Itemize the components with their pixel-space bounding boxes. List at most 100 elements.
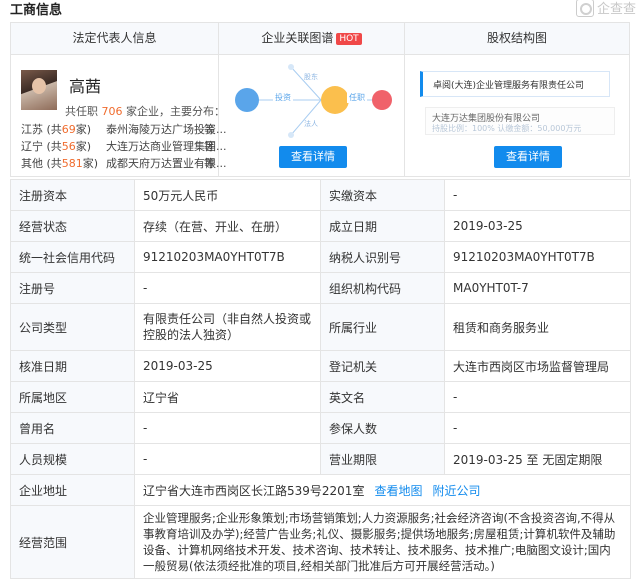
relation-graph-title: 企业关联图谱 [261, 31, 334, 45]
scope-value: 企业管理服务;企业形象策划;市场营销策划;人力资源服务;社会经济咨询(不含投资咨… [143, 511, 616, 573]
field-value: 辽宁省 [134, 381, 321, 413]
field-value: - [444, 179, 631, 211]
field-label: 英文名 [320, 381, 445, 413]
relation-graph-detail-button[interactable]: 查看详情 [279, 146, 347, 168]
table-row: 核准日期 2019-03-25 登记机关 大连市西岗区市场监督管理局 [10, 350, 631, 382]
field-label: 组织机构代码 [320, 272, 445, 304]
field-value: 租赁和商务服务业 [444, 303, 631, 351]
graph-edge-bottom [290, 99, 322, 136]
field-label: 登记机关 [320, 350, 445, 382]
legal-rep-name[interactable]: 高茜 [69, 73, 101, 97]
address-row: 企业地址 辽宁省大连市西岗区长江路539号2201室 查看地图 附近公司 [10, 474, 631, 506]
field-value: - [134, 272, 321, 304]
table-row: 经营状态 存续（在营、开业、在册） 成立日期 2019-03-25 [10, 210, 631, 242]
relation-graph-preview[interactable]: 投资 任职 股东 法人 [229, 63, 395, 141]
logo-text: 企查查 [596, 2, 636, 17]
field-label: 注册资本 [10, 179, 135, 211]
field-label: 注册号 [10, 272, 135, 304]
graph-label-top: 股东 [304, 72, 318, 81]
qichacha-logo: 企查查 [575, 0, 636, 17]
nearby-companies-link[interactable]: 附近公司 [432, 484, 480, 498]
address-label: 企业地址 [10, 474, 135, 506]
address-cell: 辽宁省大连市西岗区长江路539号2201室 查看地图 附近公司 [134, 474, 631, 506]
summary-pre: 共任职 [65, 105, 98, 118]
field-value: 2019-03-25 [444, 210, 631, 242]
graph-node-bottom [288, 132, 294, 138]
graph-label-bottom: 法人 [304, 119, 318, 128]
field-value: 2019-03-25 至 无固定期限 [444, 443, 631, 475]
province-label: 辽宁 (共56家) [21, 140, 92, 153]
field-label: 统一社会信用代码 [10, 241, 135, 273]
address-value: 辽宁省大连市西岗区长江路539号2201室 [143, 483, 365, 498]
graph-node-right [372, 90, 392, 110]
field-label: 曾用名 [10, 412, 135, 444]
scope-cell: 企业管理服务;企业形象策划;市场营销策划;人力资源服务;社会经济咨询(不含投资咨… [134, 505, 631, 579]
field-value: - [134, 412, 321, 444]
field-label: 参保人数 [320, 412, 445, 444]
field-label: 人员规模 [10, 443, 135, 475]
business-info-table: 注册资本 50万元人民币 实缴资本 - 经营状态 存续（在营、开业、在册） 成立… [10, 179, 631, 579]
relation-graph-card: 企业关联图谱 HOT 投资 任职 股东 法人 查看详情 [219, 23, 405, 176]
scope-label: 经营范围 [10, 505, 135, 579]
table-row: 曾用名 - 参保人数 - [10, 412, 631, 444]
summary-post: 家企业，主要分布： [126, 105, 225, 118]
field-label: 核准日期 [10, 350, 135, 382]
title-bar: 工商信息 企查查 [0, 0, 640, 22]
field-label: 营业期限 [320, 443, 445, 475]
scope-row: 经营范围 企业管理服务;企业形象策划;市场营销策划;人力资源服务;社会经济咨询(… [10, 505, 631, 579]
field-label: 公司类型 [10, 303, 135, 351]
province-label: 其他 (共581家) [21, 157, 99, 170]
legal-rep-heading: 法定代表人信息 [11, 23, 218, 55]
hot-badge: HOT [336, 33, 362, 45]
province-etc[interactable]: 等 [204, 155, 215, 171]
field-value: 有限责任公司（非自然人投资或控股的法人独资） [134, 303, 321, 351]
field-label: 纳税人识别号 [320, 241, 445, 273]
graph-label-invest: 投资 [275, 92, 291, 102]
equity-holder-node[interactable]: 大连万达集团股份有限公司 持股比例：100% 认缴金额：50,000万元 [425, 107, 615, 135]
field-label: 所属行业 [320, 303, 445, 351]
legal-rep-card: 法定代表人信息 高茜 共任职 706 家企业，主要分布： 江苏 (共69家) 泰… [11, 23, 227, 176]
relation-graph-heading: 企业关联图谱 HOT [219, 23, 404, 55]
equity-holder-detail: 持股比例：100% 认缴金额：50,000万元 [432, 124, 582, 133]
summary-panel: 法定代表人信息 高茜 共任职 706 家企业，主要分布： 江苏 (共69家) 泰… [10, 22, 630, 177]
view-map-link[interactable]: 查看地图 [374, 484, 422, 498]
equity-structure-heading: 股权结构图 [405, 23, 629, 55]
graph-node-top [288, 64, 294, 70]
table-row: 公司类型 有限责任公司（非自然人投资或控股的法人独资） 所属行业 租赁和商务服务… [10, 303, 631, 351]
field-value: 大连市西岗区市场监督管理局 [444, 350, 631, 382]
field-value: 50万元人民币 [134, 179, 321, 211]
province-label: 江苏 (共69家) [21, 123, 92, 136]
equity-detail-button[interactable]: 查看详情 [494, 146, 562, 168]
field-value: MA0YHT0T-7 [444, 272, 631, 304]
table-row: 注册号 - 组织机构代码 MA0YHT0T-7 [10, 272, 631, 304]
field-value: - [134, 443, 321, 475]
graph-edge-top [290, 66, 322, 101]
field-value: - [444, 381, 631, 413]
graph-label-serve: 任职 [349, 92, 365, 102]
field-value: - [444, 412, 631, 444]
table-row: 统一社会信用代码 91210203MA0YHT0T7B 纳税人识别号 91210… [10, 241, 631, 273]
avatar[interactable] [21, 70, 57, 110]
equity-company-node[interactable]: 卓阅(大连)企业管理服务有限责任公司 [420, 71, 610, 97]
field-label: 所属地区 [10, 381, 135, 413]
province-etc[interactable]: 等 [204, 138, 215, 154]
field-label: 经营状态 [10, 210, 135, 242]
equity-company-name: 卓阅(大连)企业管理服务有限责任公司 [433, 81, 585, 91]
legal-rep-summary: 共任职 706 家企业，主要分布： [65, 103, 225, 119]
summary-count[interactable]: 706 [102, 105, 123, 118]
page-title: 工商信息 [10, 3, 63, 18]
logo-icon [575, 0, 594, 17]
graph-node-center [321, 86, 349, 114]
province-etc[interactable]: 等 [204, 121, 215, 137]
field-label: 实缴资本 [320, 179, 445, 211]
table-row: 所属地区 辽宁省 英文名 - [10, 381, 631, 413]
field-value: 2019-03-25 [134, 350, 321, 382]
field-label: 成立日期 [320, 210, 445, 242]
table-row: 人员规模 - 营业期限 2019-03-25 至 无固定期限 [10, 443, 631, 475]
field-value: 存续（在营、开业、在册） [134, 210, 321, 242]
field-value: 91210203MA0YHT0T7B [134, 241, 321, 273]
graph-node-left [235, 88, 259, 112]
field-value: 91210203MA0YHT0T7B [444, 241, 631, 273]
equity-structure-card: 股权结构图 卓阅(大连)企业管理服务有限责任公司 大连万达集团股份有限公司 持股… [405, 23, 629, 176]
table-row: 注册资本 50万元人民币 实缴资本 - [10, 179, 631, 211]
